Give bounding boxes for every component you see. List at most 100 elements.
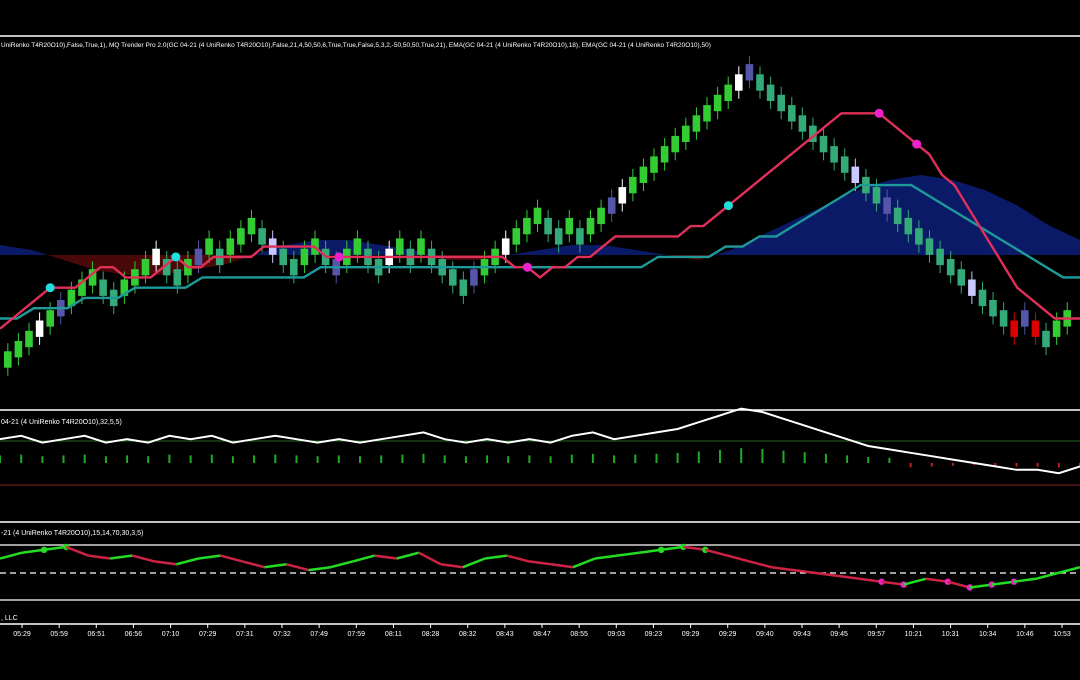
rsi-segment — [286, 563, 309, 572]
renko-bar — [173, 269, 182, 286]
rsi-segment — [639, 548, 662, 554]
x-tick-label: 07:49 — [310, 631, 328, 638]
renko-bar — [925, 238, 934, 255]
macd-histogram-bar — [316, 456, 319, 463]
macd-histogram-bar — [274, 454, 277, 463]
rsi-segment — [198, 554, 221, 560]
renko-bar — [14, 341, 23, 358]
renko-bar — [1010, 320, 1018, 337]
macd-histogram-bar — [888, 457, 891, 463]
macd-histogram-bar — [549, 456, 552, 463]
renko-bar — [650, 156, 658, 173]
renko-bar — [766, 84, 775, 101]
rsi-panel — [0, 543, 1080, 591]
macd-histogram-bar — [697, 451, 700, 463]
rsi-segment — [352, 554, 376, 563]
macd-histogram-bar — [507, 456, 510, 463]
renko-bar — [533, 207, 542, 225]
x-tick-label: 09:03 — [608, 631, 626, 638]
macd-histogram-bar — [422, 453, 425, 463]
macd-histogram-bar — [41, 456, 44, 463]
x-tick-label: 07:29 — [199, 631, 217, 638]
macd-histogram-bar — [443, 455, 446, 463]
renko-bar — [46, 310, 54, 327]
renko-bar — [449, 269, 457, 286]
renko-bar — [4, 351, 12, 368]
renko-bar — [819, 135, 828, 153]
renko-bar — [968, 279, 976, 296]
rsi-segment — [396, 551, 420, 560]
renko-bar — [576, 228, 584, 245]
rsi-segment — [704, 548, 728, 557]
macd-histogram-bar — [867, 457, 870, 463]
rsi-segment — [683, 545, 706, 552]
trading-chart[interactable]: 05:29 05:59 06:51 06:56 07:10 07:29 07:31 07:32… — [0, 0, 1080, 675]
x-tick-label: 09:43 — [793, 631, 811, 638]
x-tick-label: 07:10 — [162, 631, 180, 638]
macd-histogram-bar — [359, 456, 361, 463]
renko-bar — [25, 330, 33, 348]
rsi-segment — [484, 554, 508, 560]
macd-histogram-bar — [20, 454, 23, 463]
macd-histogram-bar — [591, 453, 594, 463]
rsi-segment — [771, 565, 794, 572]
renko-bar — [957, 269, 966, 286]
x-tick-label: 08:47 — [533, 631, 551, 638]
rsi-segment — [462, 557, 486, 569]
x-tick-label: 08:43 — [496, 631, 514, 638]
renko-bar — [523, 217, 531, 235]
rsi-segment — [991, 580, 1015, 586]
macd-histogram-bar — [210, 454, 213, 463]
macd-histogram-bar — [719, 449, 721, 463]
macd-histogram-bar — [126, 455, 129, 463]
rsi-segment — [749, 560, 772, 569]
x-tick-label: 09:57 — [868, 631, 886, 638]
rsi-segment — [837, 574, 860, 581]
renko-bar — [194, 248, 203, 266]
x-tick-label: 05:29 — [13, 631, 31, 638]
rsi-segment — [594, 554, 618, 560]
macd-histogram-bar — [253, 455, 256, 463]
rsi-segment — [572, 557, 596, 569]
x-tick-label: 09:45 — [830, 631, 848, 638]
renko-bar — [872, 187, 881, 204]
rsi-segment — [308, 565, 331, 572]
x-tick-label: 08:55 — [570, 631, 588, 638]
rsi-segment — [550, 563, 574, 569]
macd-histogram-bar — [930, 463, 933, 467]
signal-dot — [522, 262, 532, 272]
renko-bar — [660, 146, 669, 163]
macd-histogram-bar — [676, 453, 679, 463]
renko-bar — [258, 228, 266, 245]
x-tick-label: 08:11 — [385, 631, 402, 638]
x-tick-label: 06:56 — [125, 631, 143, 638]
renko-bar — [713, 94, 722, 112]
rsi-segment — [110, 554, 133, 560]
footer-label: , LLC — [1, 615, 18, 622]
renko-bar — [682, 125, 690, 142]
macd-histogram-bar — [1036, 463, 1039, 467]
renko-bar — [978, 289, 987, 307]
panel-frames — [0, 35, 1080, 625]
renko-bar — [470, 269, 478, 286]
rsi-label: -21 (4 UniRenko T4R20O10),15,14,70,30,3,… — [1, 530, 143, 537]
rsi-segment — [154, 560, 177, 566]
renko-bar — [883, 197, 891, 214]
renko-bar — [512, 228, 521, 245]
macd-histogram-bar — [782, 450, 785, 463]
macd-histogram-bar — [655, 453, 658, 463]
rsi-segment — [661, 545, 684, 552]
x-tick-label: 10:31 — [942, 631, 960, 638]
renko-bar — [989, 300, 997, 317]
x-tick-label: 08:28 — [422, 631, 440, 638]
rsi-segment — [793, 568, 816, 575]
renko-bar — [459, 279, 468, 296]
rsi-segment — [43, 545, 67, 552]
rsi-segment — [330, 560, 354, 569]
macd-histogram-bar — [909, 463, 912, 468]
macd-histogram-bar — [1057, 463, 1060, 468]
rsi-segment — [506, 554, 530, 563]
x-tick-label: 09:23 — [645, 631, 663, 638]
renko-bar — [999, 310, 1008, 327]
x-tick-label: 09:40 — [756, 631, 774, 638]
